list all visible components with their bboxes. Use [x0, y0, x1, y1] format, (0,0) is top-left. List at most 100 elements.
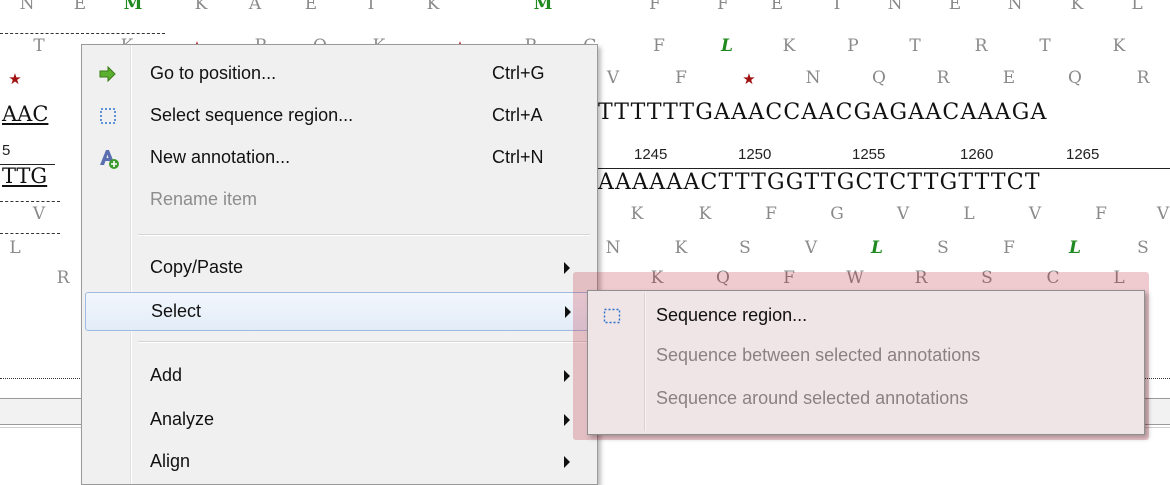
aa-letter: R [56, 268, 70, 288]
aa-letter: S [937, 238, 949, 258]
aa-letter: L [1069, 238, 1081, 258]
aa-letter: K [1070, 0, 1084, 14]
menu-item-label: New annotation... [150, 147, 291, 167]
submenu-arrow-icon [564, 262, 570, 274]
menu-item-label: Select sequence region... [150, 105, 354, 125]
aa-letter: E [304, 0, 318, 14]
aa-letter: L [1131, 0, 1143, 14]
aa-letter: F [649, 0, 661, 14]
frame-boundary [0, 33, 165, 34]
menu-item-align[interactable]: Align [82, 443, 597, 481]
aa-letter: I [833, 0, 841, 14]
submenu-item-label: Sequence around selected annotations [656, 388, 969, 408]
ruler-number: 1265 [1066, 146, 1100, 163]
aa-letter: E [1002, 68, 1016, 88]
select-submenu: Sequence region... Sequence between sele… [587, 290, 1145, 435]
aa-letter: L [963, 204, 975, 224]
aa-letter: F [675, 68, 687, 88]
dashed-selection-icon [98, 106, 118, 126]
menu-separator [138, 341, 590, 343]
aa-letter: F [1095, 204, 1107, 224]
aa-letter: K [426, 0, 440, 14]
ruler-line [598, 168, 1170, 169]
menu-item-label: Go to position... [150, 63, 277, 83]
submenu-arrow-icon [564, 414, 570, 426]
menu-item-label: Select [151, 301, 202, 321]
menu-item-new-annotation[interactable]: New annotation... Ctrl+N [82, 139, 597, 177]
submenu-arrow-icon [564, 370, 570, 382]
stop-codon-icon: ★ [742, 70, 756, 88]
aa-letter: S [1137, 238, 1149, 258]
aa-letter: R [1136, 68, 1150, 88]
menu-item-copy-paste[interactable]: Copy/Paste [82, 249, 597, 287]
aa-letter: K [674, 238, 688, 258]
aa-letter: E [948, 0, 962, 14]
aa-letter: V [32, 204, 46, 224]
dna-top-fragment: AAC [2, 102, 49, 126]
aa-letter: K [630, 204, 644, 224]
aa-letter: T [909, 36, 921, 56]
aa-letter: K [194, 0, 208, 14]
submenu-item-around-annotations[interactable]: Sequence around selected annotations [588, 384, 1144, 422]
aa-letter: N [887, 0, 903, 14]
aa-letter: R [974, 36, 988, 56]
aa-letter: K [782, 36, 796, 56]
aa-letter: E [770, 0, 784, 14]
aa-letter: E [73, 0, 87, 14]
aa-letter: L [871, 238, 883, 258]
menu-item-analyze[interactable]: Analyze [82, 401, 597, 439]
menu-item-label: Add [150, 365, 183, 385]
submenu-item-label: Sequence region... [656, 305, 808, 325]
aa-letter: A [248, 0, 262, 14]
aa-letter: R [936, 68, 950, 88]
menu-item-go-to-position[interactable]: Go to position... Ctrl+G [82, 55, 597, 93]
aa-letter: F [717, 0, 729, 14]
stop-codon-icon: ★ [8, 70, 22, 88]
menu-item-select-sequence-region[interactable]: Select sequence region... Ctrl+A [82, 97, 597, 135]
menu-item-label: Analyze [150, 409, 215, 429]
track-divider [0, 378, 80, 379]
aa-letter: V [896, 204, 910, 224]
aa-letter: G [830, 204, 844, 224]
submenu-item-sequence-region[interactable]: Sequence region... [588, 297, 1144, 335]
aa-letter: N [805, 68, 821, 88]
aa-letter: Q [1068, 68, 1082, 88]
aa-letter: M [123, 0, 143, 14]
menu-item-label: Copy/Paste [150, 257, 244, 277]
dashed-selection-icon [603, 308, 621, 324]
submenu-arrow-icon [565, 306, 571, 318]
aa-letter: V [606, 68, 620, 88]
aa-letter: L [9, 238, 21, 258]
new-annotation-icon [98, 148, 119, 169]
dna-bottom-fragment: TTG [2, 164, 48, 188]
context-menu: Go to position... Ctrl+G Select sequence… [81, 44, 598, 485]
aa-letter: I [367, 0, 375, 14]
ruler-number: 1250 [738, 146, 772, 163]
menu-item-add[interactable]: Add [82, 357, 597, 395]
submenu-item-label: Sequence between selected annotations [656, 345, 981, 365]
ruler-number: 1255 [852, 146, 886, 163]
aa-letter: L [721, 36, 733, 56]
frame-boundary [0, 233, 60, 234]
aa-letter: V [1028, 204, 1042, 224]
ruler-number: 5 [2, 142, 11, 159]
dna-top-strand[interactable]: TTTTTTGAAACCAACGAGAACAAAGA [598, 100, 1048, 125]
menu-item-shortcut: Ctrl+A [492, 105, 543, 125]
submenu-arrow-icon [564, 456, 570, 468]
menu-item-label: Rename item [150, 189, 258, 209]
arrow-right-icon [98, 64, 118, 84]
aa-letter: M [533, 0, 553, 14]
aa-letter: V [804, 238, 818, 258]
menu-item-label: Align [150, 451, 191, 471]
menu-item-select[interactable]: Select [85, 292, 594, 331]
aa-letter: F [653, 36, 665, 56]
aa-letter: K [698, 204, 712, 224]
menu-item-shortcut: Ctrl+N [492, 147, 544, 167]
aa-letter: P [847, 36, 859, 56]
menu-separator [138, 234, 590, 236]
submenu-item-between-annotations[interactable]: Sequence between selected annotations [588, 341, 1144, 379]
ruler-number: 1245 [634, 146, 668, 163]
dna-bottom-strand[interactable]: AAAAAACTTTGGTTGCTCTTGTTTCT [598, 170, 1041, 195]
menu-item-rename-item[interactable]: Rename item [82, 189, 597, 227]
frame-boundary [0, 201, 60, 202]
